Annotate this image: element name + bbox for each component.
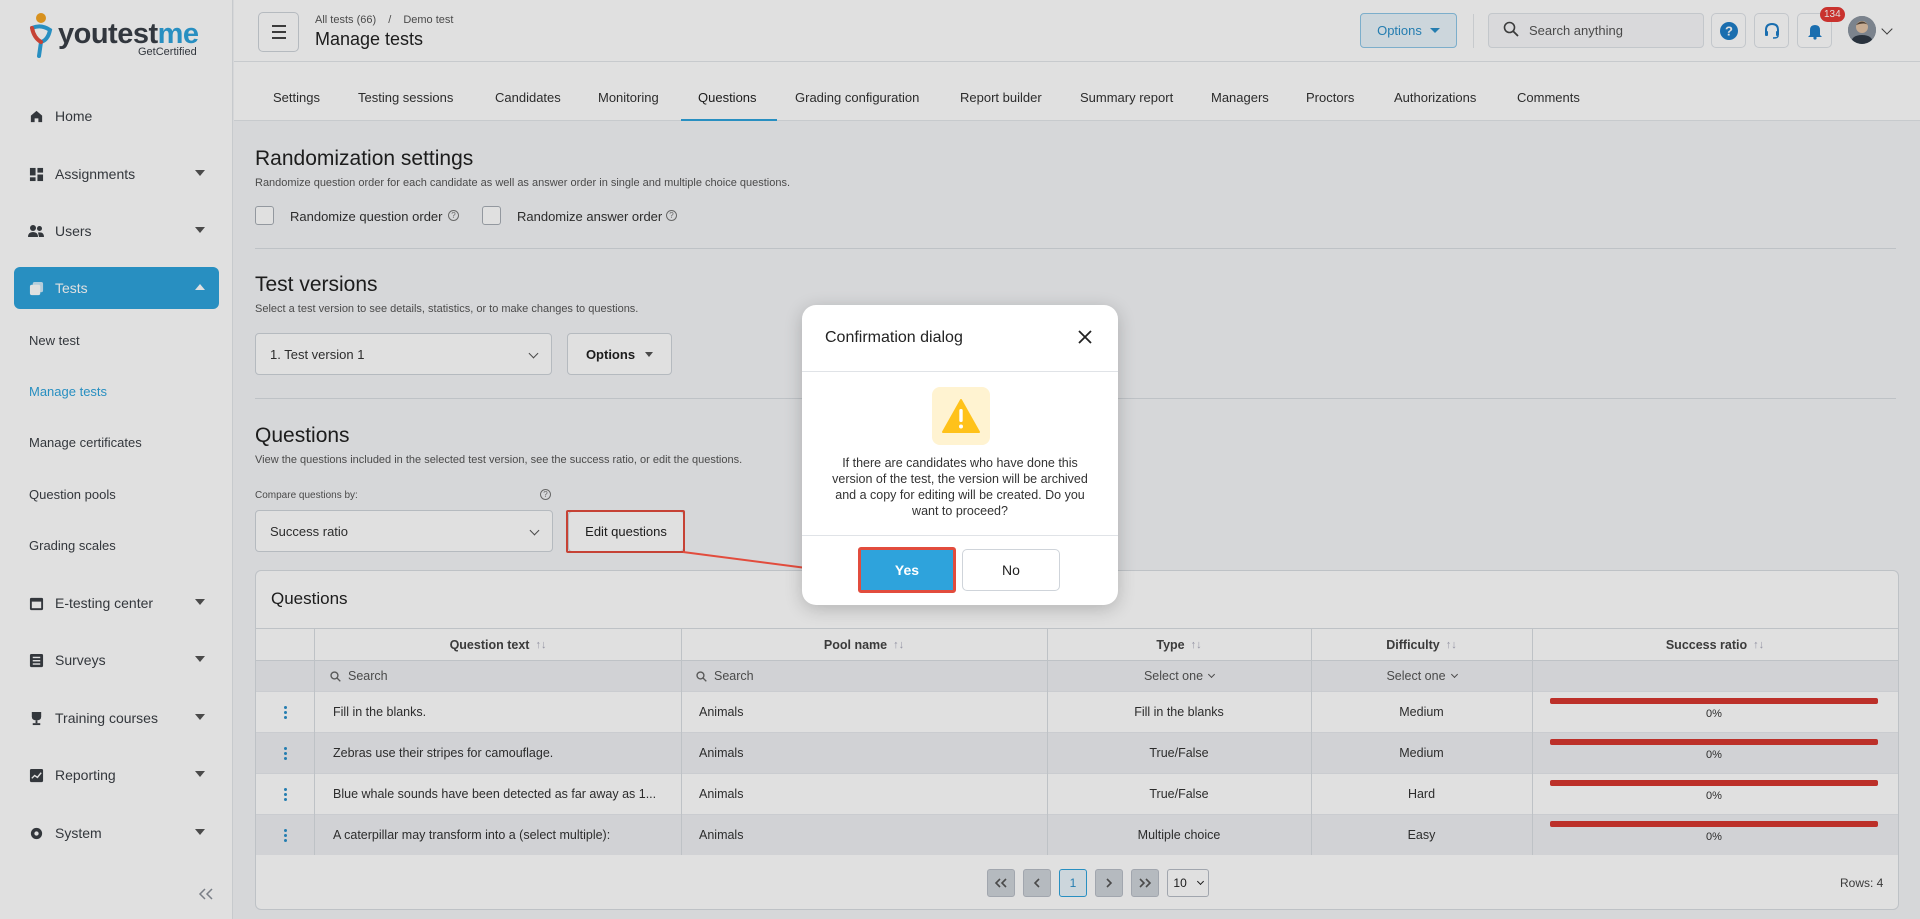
no-button[interactable]: No [962,549,1060,591]
close-icon[interactable] [1075,327,1095,347]
dialog-message: If there are candidates who have done th… [832,456,1088,518]
yes-button[interactable]: Yes [858,547,956,593]
dialog-divider [802,371,1118,372]
confirmation-dialog: Confirmation dialog If there are candida… [802,305,1118,605]
warning-icon [932,387,990,445]
dialog-title: Confirmation dialog [825,329,963,346]
dialog-divider [802,535,1118,536]
